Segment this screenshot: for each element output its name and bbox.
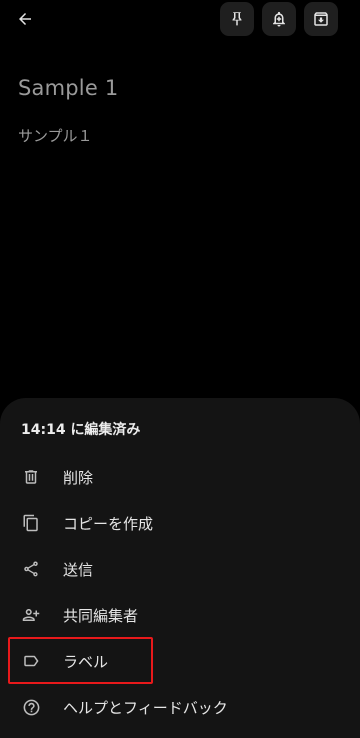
menu-label-send: 送信 [63,560,94,579]
top-toolbar [0,0,360,38]
menu-item-collaborator[interactable]: 共同編集者 [0,592,360,638]
reminder-icon [273,11,285,27]
help-icon [20,696,42,718]
copy-icon [20,512,42,534]
menu-item-send[interactable]: 送信 [0,546,360,592]
back-button[interactable] [10,4,40,34]
trash-icon [20,466,42,488]
menu-label-help-feedback: ヘルプとフィードバック [63,698,228,717]
back-arrow-icon [19,13,31,25]
reminder-button[interactable] [262,2,296,36]
menu-label-make-copy: コピーを作成 [63,514,154,533]
edited-timestamp: 14:14 に編集済み [21,422,141,438]
add-person-icon [20,604,42,626]
menu-label-collaborator: 共同編集者 [63,606,139,625]
pin-button[interactable] [220,2,254,36]
note-title[interactable]: Sample 1 [18,76,118,100]
note-body[interactable]: サンプル１ [18,125,93,146]
menu-item-delete[interactable]: 削除 [0,454,360,500]
selection-highlight [8,637,153,684]
menu-item-help-feedback[interactable]: ヘルプとフィードバック [0,684,360,730]
menu-label-delete: 削除 [63,468,94,487]
pin-icon [232,12,242,26]
action-sheet: 14:14 に編集済み 削除 コピーを作成 送信 共同編集者 ラベル ヘルプとフ… [0,398,360,738]
archive-icon [314,12,328,26]
archive-button[interactable] [304,2,338,36]
share-icon [20,558,42,580]
menu-item-make-copy[interactable]: コピーを作成 [0,500,360,546]
